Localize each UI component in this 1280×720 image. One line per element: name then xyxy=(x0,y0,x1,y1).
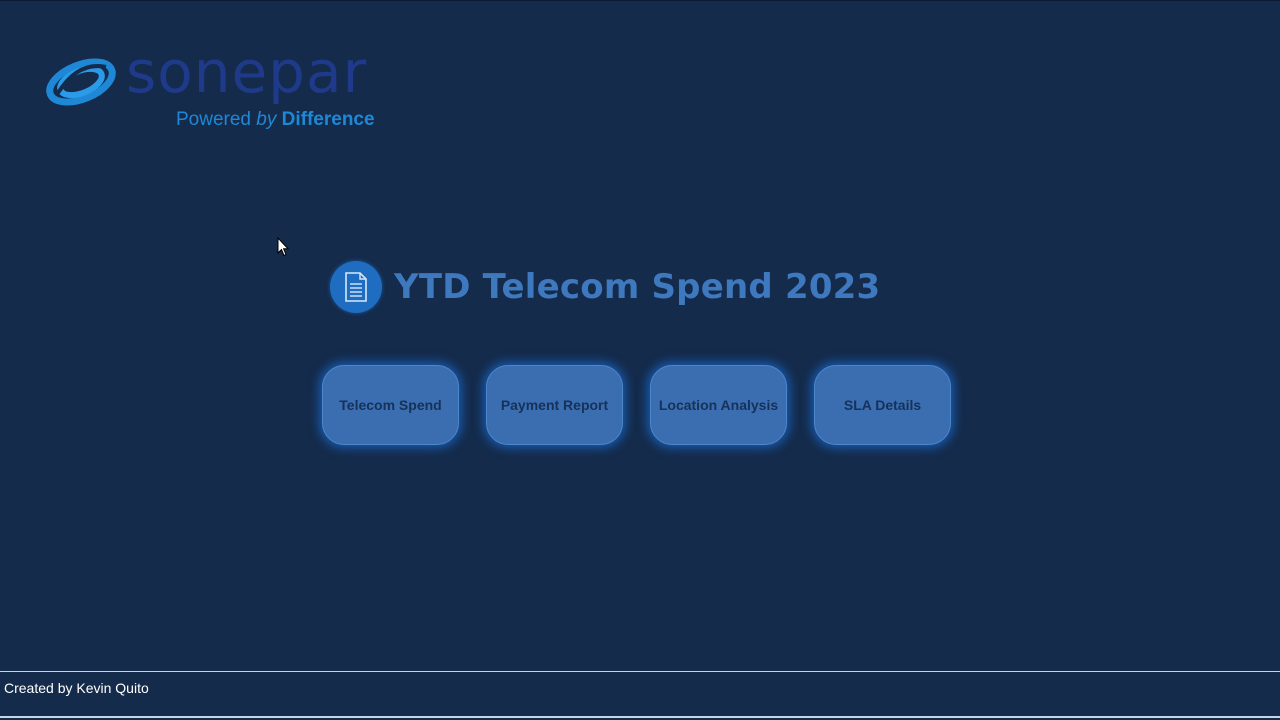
mouse-cursor-icon xyxy=(277,237,289,257)
report-canvas: sonepar Powered by Difference YTD Teleco… xyxy=(0,0,1280,720)
location-analysis-button[interactable]: Location Analysis xyxy=(650,365,787,445)
brand-tagline: Powered by Difference xyxy=(176,109,375,131)
payment-report-button[interactable]: Payment Report xyxy=(486,365,623,445)
tagline-prefix: Powered xyxy=(176,109,251,130)
brand-wordmark: sonepar xyxy=(126,38,368,106)
button-label: Telecom Spend xyxy=(339,397,442,413)
document-icon xyxy=(330,261,382,313)
button-label: Payment Report xyxy=(500,397,609,413)
button-label: Location Analysis xyxy=(658,397,779,413)
sonepar-logo: sonepar Powered by Difference xyxy=(44,43,404,139)
footer-credit: Created by Kevin Quito xyxy=(4,680,149,696)
sla-details-button[interactable]: SLA Details xyxy=(814,365,951,445)
nav-buttons: Telecom Spend Payment Report Location An… xyxy=(322,365,978,445)
title-bar: YTD Telecom Spend 2023 xyxy=(330,260,880,314)
tagline-by: by xyxy=(256,109,277,130)
tagline-emphasis: Difference xyxy=(281,109,375,130)
button-label: SLA Details xyxy=(843,397,922,413)
telecom-spend-button[interactable]: Telecom Spend xyxy=(322,365,459,445)
sonepar-swirl-icon xyxy=(46,58,116,106)
footer: Created by Kevin Quito xyxy=(0,671,1280,718)
page-title: YTD Telecom Spend 2023 xyxy=(394,267,881,307)
